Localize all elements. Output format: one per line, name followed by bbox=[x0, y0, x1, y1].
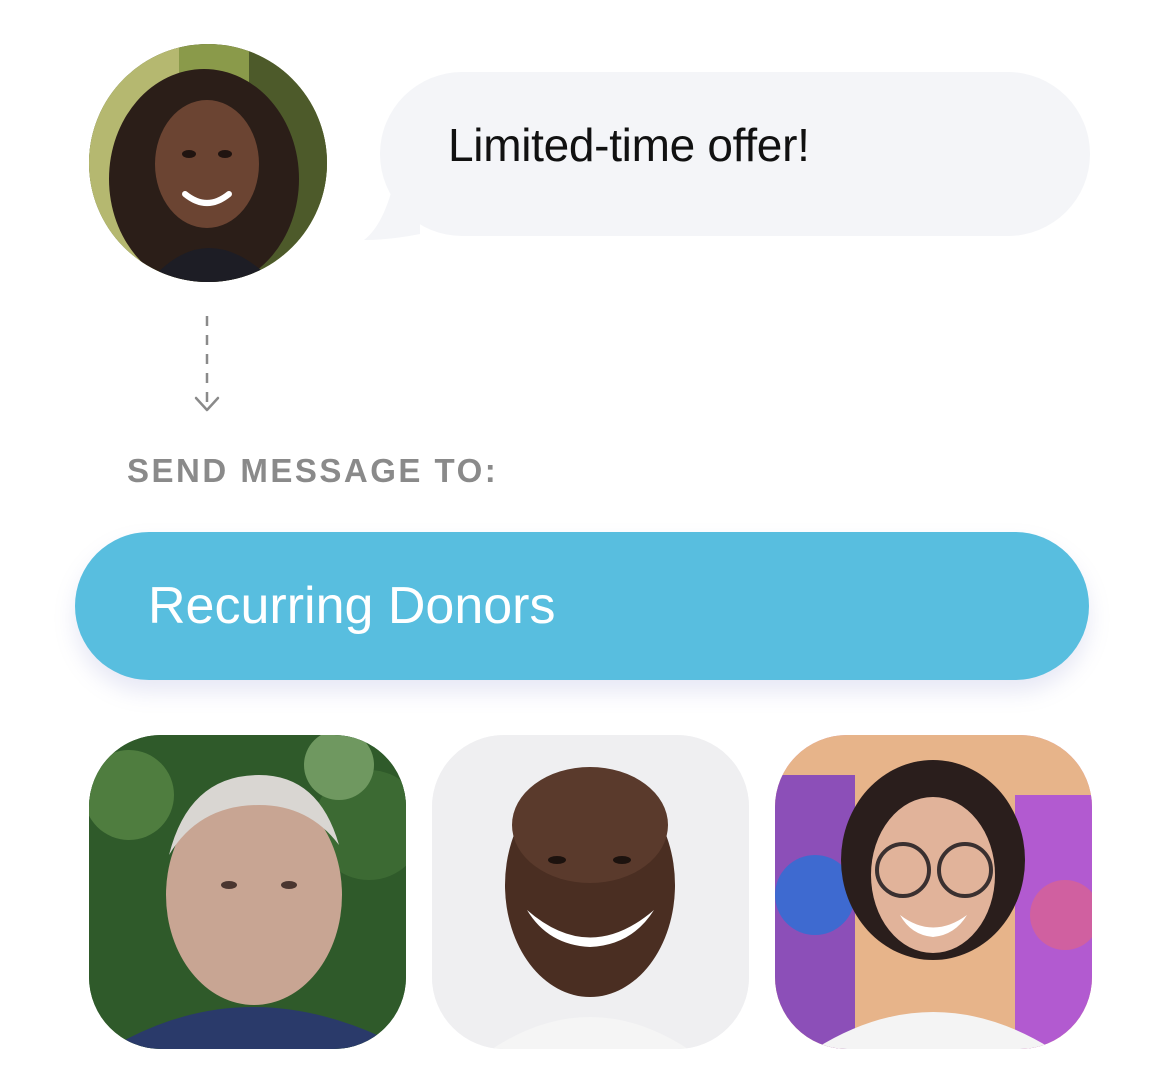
message-text: Limited-time offer! bbox=[448, 119, 810, 171]
send-message-label: SEND MESSAGE TO: bbox=[127, 452, 499, 489]
recipient-photo-1 bbox=[89, 735, 406, 1049]
dashed-down-arrow-icon bbox=[194, 316, 220, 412]
recipient-photo-2 bbox=[432, 735, 749, 1049]
sender-photo bbox=[89, 44, 327, 282]
recipient-photo-3 bbox=[775, 735, 1092, 1049]
bubble-tail bbox=[364, 150, 420, 240]
audience-segment-label: Recurring Donors bbox=[148, 577, 556, 635]
sender-avatar bbox=[89, 44, 327, 282]
